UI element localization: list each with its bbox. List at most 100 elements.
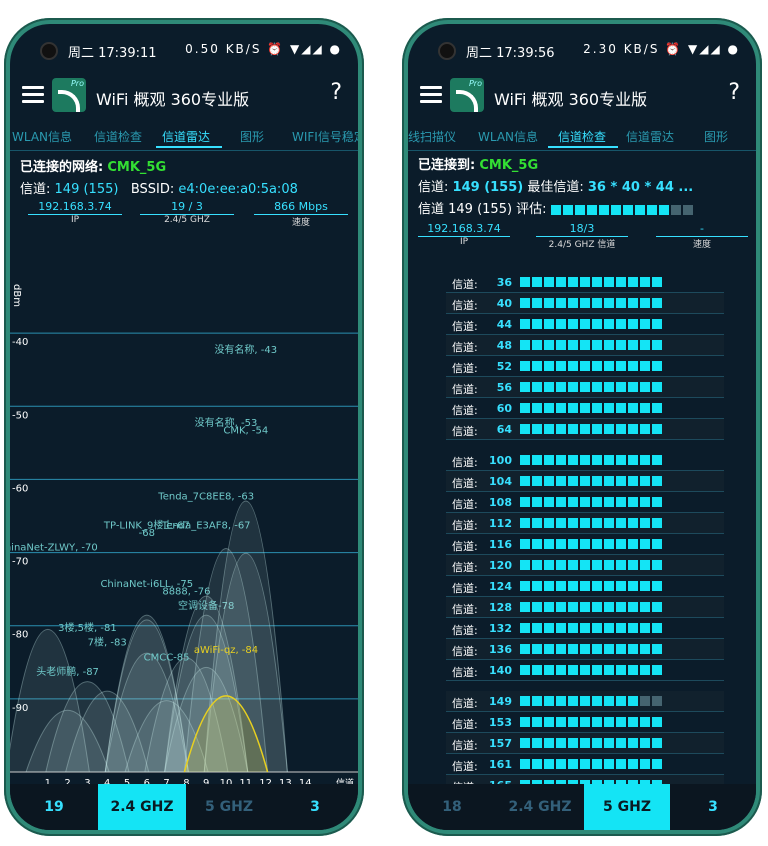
rating-square <box>628 424 638 434</box>
rating-square <box>628 581 638 591</box>
best-channel-label: 最佳信道: <box>527 180 584 195</box>
rating-square <box>580 717 590 727</box>
menu-icon[interactable] <box>22 86 44 104</box>
rating-square <box>580 424 590 434</box>
rating-square <box>574 204 585 215</box>
row-channel: 140 <box>489 664 512 677</box>
row-label: 信道: <box>452 561 478 574</box>
rating-square <box>520 319 530 329</box>
rating-square <box>532 403 542 413</box>
rating-square <box>556 382 566 392</box>
row-label: 信道: <box>452 603 478 616</box>
rating-square <box>640 455 650 465</box>
right-phone: 周二 17:39:56 2.30 KB/S ⏰ ▼◢◢ ● Pro WiFi 概… <box>402 18 762 836</box>
rating-square <box>520 581 530 591</box>
rating-square <box>562 204 573 215</box>
menu-icon[interactable] <box>420 86 442 104</box>
rating-square <box>640 319 650 329</box>
bottom-tab-2[interactable]: 5 GHZ <box>186 784 272 830</box>
bottom-tab-3[interactable]: 3 <box>670 784 756 830</box>
best-channel-value: 36 * 40 * 44 ... <box>587 180 694 195</box>
row-channel: 52 <box>496 360 512 373</box>
row-label: 信道: <box>452 362 478 375</box>
channel-value: 149 (155) <box>452 180 524 195</box>
app-logo: Pro <box>450 78 484 112</box>
channel-row-64: 信道: 64 <box>446 419 724 440</box>
stat-channels: 19 / 3 2.4/5 GHZ <box>140 200 234 225</box>
rating-square <box>652 623 662 633</box>
tab-channel-check[interactable]: 信道检查 <box>94 128 142 145</box>
tab-graph[interactable]: 图形 <box>704 128 728 145</box>
row-rating <box>520 560 670 570</box>
rating-square <box>628 455 638 465</box>
tab-channel-radar[interactable]: 信道雷达 <box>626 128 674 145</box>
rating-square <box>568 497 578 507</box>
rating-square <box>616 759 626 769</box>
tab-line-scanner[interactable]: 线扫描仪 <box>408 128 456 145</box>
bottom-tab-3[interactable]: 3 <box>272 784 358 830</box>
rating-square <box>544 298 554 308</box>
rating-square <box>580 665 590 675</box>
rating-square <box>580 539 590 549</box>
rating-square <box>646 204 657 215</box>
tab-graph[interactable]: 图形 <box>240 128 264 145</box>
rating-square <box>544 665 554 675</box>
network-label: 没有名称, -43 <box>214 343 277 356</box>
rating-square <box>544 497 554 507</box>
help-button[interactable]: ? <box>330 80 342 105</box>
rating-square <box>592 277 602 287</box>
network-label: CMCC-85 <box>144 652 190 663</box>
row-channel: 116 <box>489 538 512 551</box>
group-gap <box>446 440 724 450</box>
tab-channel-radar[interactable]: 信道雷达 <box>162 128 210 145</box>
bottom-tab-0[interactable]: 19 <box>10 784 98 830</box>
bottom-tab-2[interactable]: 5 GHZ <box>584 784 670 830</box>
tab-divider <box>10 150 358 151</box>
rating-square <box>628 539 638 549</box>
camera-hole <box>438 42 456 60</box>
rating-square <box>604 319 614 329</box>
tab-bar: 线扫描仪 WLAN信息 信道检查 信道雷达 图形 <box>408 124 756 150</box>
rating-square <box>568 476 578 486</box>
rating-square <box>520 602 530 612</box>
rating-square <box>652 319 662 329</box>
rating-square <box>616 539 626 549</box>
row-channel: 60 <box>496 402 512 415</box>
tab-signal-stability[interactable]: WIFI信号稳定 <box>292 128 358 145</box>
tab-wlan-info[interactable]: WLAN信息 <box>478 128 538 145</box>
active-tab-indicator <box>156 146 222 148</box>
rating-square <box>604 298 614 308</box>
help-button[interactable]: ? <box>728 80 740 105</box>
rating-square <box>556 298 566 308</box>
stat-ip-label: IP <box>459 237 469 247</box>
rating-square <box>592 602 602 612</box>
rating-square <box>592 696 602 706</box>
row-channel: 136 <box>489 643 512 656</box>
channel-row-36: 信道: 36 <box>446 272 724 293</box>
channel-row-153: 信道: 153 <box>446 712 724 733</box>
rating-square <box>520 759 530 769</box>
rating-square <box>652 644 662 654</box>
rating-square <box>580 497 590 507</box>
rating-square <box>652 361 662 371</box>
bottom-tab-0[interactable]: 18 <box>408 784 496 830</box>
rating-square <box>592 382 602 392</box>
rating-square <box>640 738 650 748</box>
rating-square <box>580 644 590 654</box>
rating-square <box>652 403 662 413</box>
bottom-tab-1[interactable]: 2.4 GHZ <box>98 784 186 830</box>
app-bar: Pro WiFi 概观 360专业版 ? <box>408 72 756 120</box>
bssid-value: e4:0e:ee:a0:5a:08 <box>178 182 298 197</box>
tab-channel-check[interactable]: 信道检查 <box>558 128 606 145</box>
rating-square <box>580 361 590 371</box>
rating-square <box>610 204 621 215</box>
rating-square <box>604 696 614 706</box>
rating-square <box>550 204 561 215</box>
rating-square <box>628 518 638 528</box>
row-rating <box>520 518 670 528</box>
tab-wlan-info[interactable]: WLAN信息 <box>12 128 72 145</box>
channel-row-56: 信道: 56 <box>446 377 724 398</box>
rating-square <box>616 665 626 675</box>
bottom-tab-1[interactable]: 2.4 GHZ <box>496 784 584 830</box>
row-rating <box>520 424 670 434</box>
